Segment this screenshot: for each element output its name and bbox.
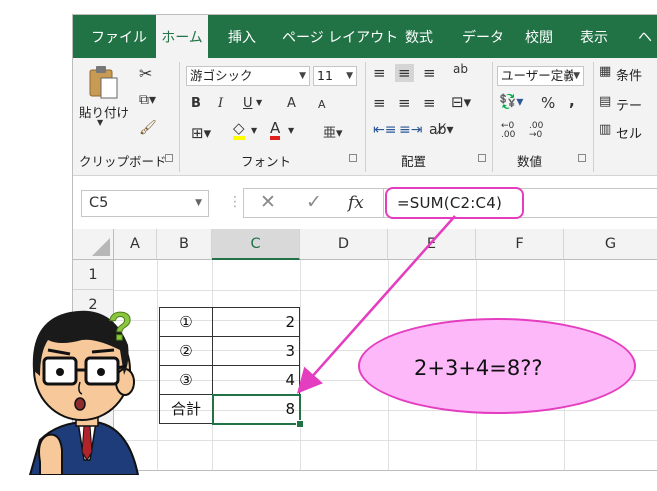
speech-bubble-text: 2+3+4=8?? <box>414 356 543 380</box>
confused-man-illustration: ? <box>28 305 140 475</box>
question-mark-text: ? <box>108 305 132 349</box>
